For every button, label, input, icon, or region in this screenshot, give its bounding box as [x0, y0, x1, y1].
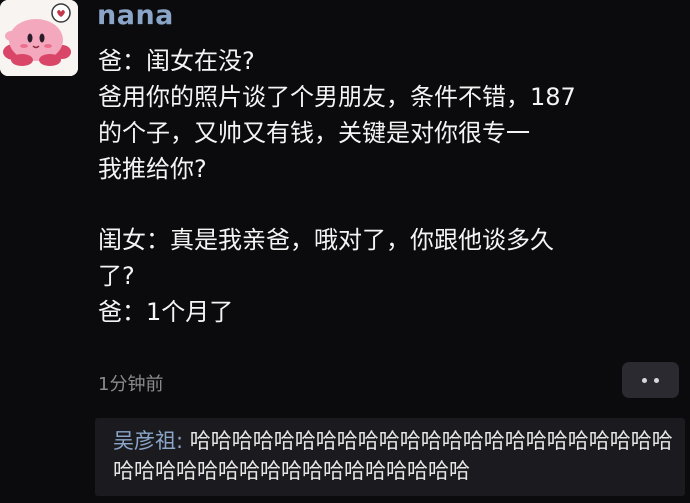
comment: 吴彦祖: 哈哈哈哈哈哈哈哈哈哈哈哈哈哈哈哈哈哈哈哈哈哈哈哈哈哈哈哈哈哈哈哈哈哈哈… — [113, 426, 681, 486]
post-line: 爸用你的照片谈了个男朋友，条件不错，187 — [98, 83, 576, 111]
more-options-button[interactable] — [622, 362, 679, 398]
post-card: nana 爸：闺女在没? 爸用你的照片谈了个男朋友，条件不错，187 的个子，又… — [0, 0, 690, 503]
comment-box: 吴彦祖: 哈哈哈哈哈哈哈哈哈哈哈哈哈哈哈哈哈哈哈哈哈哈哈哈哈哈哈哈哈哈哈哈哈哈哈… — [95, 418, 685, 496]
post-line: 我推给你? — [98, 155, 207, 183]
post-line: 了? — [98, 262, 135, 290]
username[interactable]: nana — [97, 0, 174, 31]
post-line: 的个子，又帅又有钱，关键是对你很专一 — [98, 119, 530, 147]
post-line: 闺女：真是我亲爸，哦对了，你跟他谈多久 — [98, 226, 554, 254]
more-dots-icon — [642, 377, 659, 383]
pink-kirby-avatar-icon — [0, 0, 78, 76]
post-line: 爸：闺女在没? — [98, 47, 255, 75]
post-content: 爸：闺女在没? 爸用你的照片谈了个男朋友，条件不错，187 的个子，又帅又有钱，… — [98, 43, 683, 330]
comment-body: 哈哈哈哈哈哈哈哈哈哈哈哈哈哈哈哈哈哈哈哈哈哈哈哈哈哈哈哈哈哈哈哈哈哈哈哈哈哈哈哈 — [113, 429, 673, 483]
post-timestamp: 1分钟前 — [98, 374, 164, 395]
post-line: 爸：1个月了 — [98, 298, 234, 326]
user-avatar[interactable] — [0, 0, 78, 76]
comment-author[interactable]: 吴彦祖 — [113, 429, 176, 453]
